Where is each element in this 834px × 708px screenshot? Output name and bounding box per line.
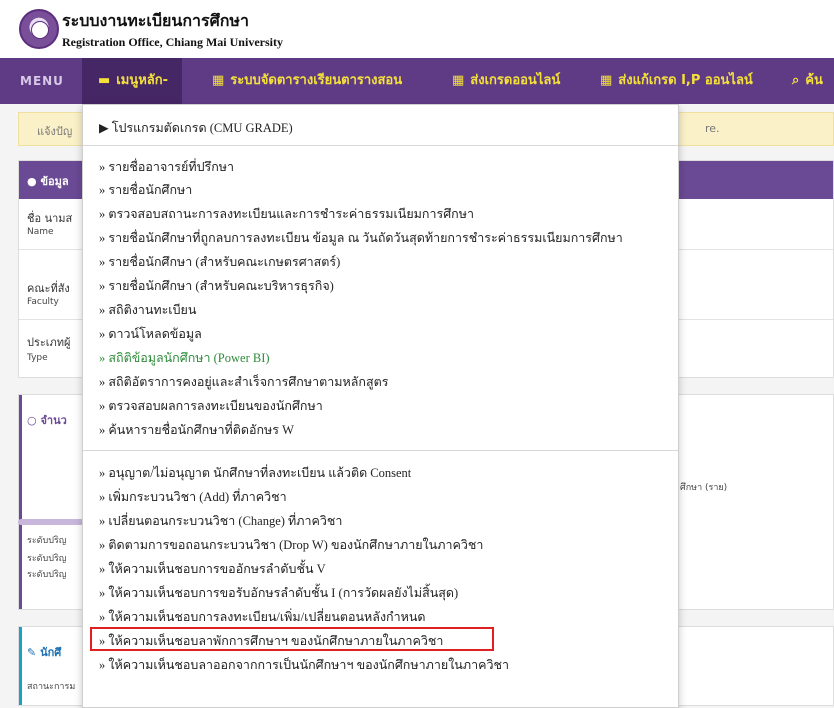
grade-correction-label: ส่งแก้เกรด I,P ออนไลน์ — [618, 73, 753, 88]
degree-level-label: ระดับปริญ — [27, 554, 67, 564]
name-label: ชื่อ นามส — [27, 212, 73, 225]
menu-toggle-button[interactable]: MENU — [20, 58, 64, 104]
menu-divider — [83, 145, 678, 146]
student-count-title: จำนว — [40, 414, 67, 427]
timetable-system-label: ระบบจัดตารางเรียนตารางสอน — [230, 73, 403, 88]
menu-item-search-w[interactable]: » ค้นหารายชื่อนักศึกษาที่ติดอักษร W — [99, 420, 294, 440]
app-header: ระบบงานทะเบียนการศึกษา Registration Offi… — [0, 0, 834, 58]
menu-item-registration-stats[interactable]: » สถิติงานทะเบียน — [99, 300, 196, 320]
menu-item-cmu-grade[interactable]: ▶ โปรแกรมตัดเกรด (CMU GRADE) — [99, 118, 293, 138]
folder-open-icon: ▬ — [98, 73, 111, 88]
status-sublabel: สถานะการม — [27, 682, 76, 692]
search-label: ค้น — [805, 73, 823, 88]
calendar-icon: ▦ — [452, 73, 465, 88]
faculty-sublabel: Faculty — [27, 297, 59, 307]
menu-item-student-list[interactable]: » รายชื่อนักศึกษา — [99, 180, 192, 200]
menu-item-grade-v[interactable]: » ให้ความเห็นชอบการขออักษรลำดับชั้น V — [99, 559, 326, 579]
degree-level-label: ระดับปริญ — [27, 570, 67, 580]
main-menu-button[interactable]: ▬ เมนูหลัก- — [82, 58, 182, 104]
menu-item-advisor-list[interactable]: » รายชื่ออาจารย์ที่ปรึกษา — [99, 157, 234, 177]
timetable-system-link[interactable]: ▦ ระบบจัดตารางเรียนตารางสอน — [212, 58, 402, 104]
degree-level-label: ระดับปริญ — [27, 536, 67, 546]
menu-item-power-bi[interactable]: » สถิติข้อมูลนักศึกษา (Power BI) — [99, 348, 270, 368]
progress-bar — [18, 519, 84, 525]
panel-accent — [19, 395, 22, 609]
search-link[interactable]: ⌕ ค้น — [792, 58, 823, 104]
menu-item-change-section[interactable]: » เปลี่ยนตอนกระบวนวิชา (Change) ที่ภาควิ… — [99, 511, 342, 531]
main-navbar: MENU ▬ เมนูหลัก- ▦ ระบบจัดตารางเรียนตารางส… — [0, 58, 834, 104]
menu-item-student-list-business[interactable]: » รายชื่อนักศึกษา (สำหรับคณะบริหารธุรกิจ… — [99, 276, 334, 296]
calendar-icon: ▦ — [600, 73, 613, 88]
faculty-label: คณะที่สัง — [27, 282, 70, 295]
calendar-icon: ▦ — [212, 73, 225, 88]
type-label: ประเภทผู้ — [27, 336, 71, 349]
grade-correction-link[interactable]: ▦ ส่งแก้เกรด I,P ออนไลน์ — [600, 58, 753, 104]
menu-item-download-data[interactable]: » ดาวน์โหลดข้อมูล — [99, 324, 202, 344]
menu-item-retention-stats[interactable]: » สถิติอัตราการคงอยู่และสำเร็จการศึกษาตา… — [99, 372, 388, 392]
user-circle-icon: ○ — [27, 414, 37, 427]
menu-item-drop-w[interactable]: » ติดตามการขอถอนกระบวนวิชา (Drop W) ของน… — [99, 535, 483, 555]
type-sublabel: Type — [27, 353, 48, 363]
app-title-thai: ระบบงานทะเบียนการศึกษา — [62, 11, 249, 30]
highlight-box — [90, 627, 494, 651]
notice-text-left: แจ้งปัญ — [37, 125, 73, 138]
menu-item-late-registration[interactable]: » ให้ความเห็นชอบการลงทะเบียน/เพิ่ม/เปลี่… — [99, 607, 426, 627]
panel-accent — [19, 627, 22, 705]
search-icon: ⌕ — [792, 73, 800, 88]
menu-item-resignation[interactable]: » ให้ความเห็นชอบลาออกจากการเป็นนักศึกษาฯ… — [99, 655, 509, 675]
main-menu-label: เมนูหลัก- — [116, 73, 168, 88]
menu-item-consent[interactable]: » อนุญาต/ไม่อนุญาต นักศึกษาที่ลงทะเบียน … — [99, 463, 411, 483]
menu-item-registration-status[interactable]: » ตรวจสอบสถานะการลงทะเบียนและการชำระค่าธ… — [99, 204, 474, 224]
edit-icon: ✎ — [27, 646, 37, 659]
student-status-title: นักศึ — [40, 646, 62, 659]
user-circle-icon: ● — [27, 175, 37, 188]
online-grade-link[interactable]: ▦ ส่งเกรดออนไลน์ — [452, 58, 560, 104]
university-seal-icon[interactable] — [19, 9, 59, 49]
online-grade-label: ส่งเกรดออนไลน์ — [470, 73, 561, 88]
menu-item-deleted-registration[interactable]: » รายชื่อนักศึกษาที่ถูกลบการลงทะเบียน ข้… — [99, 228, 623, 248]
main-menu-dropdown: ▶ โปรแกรมตัดเกรด (CMU GRADE) » รายชื่ออา… — [82, 104, 679, 708]
count-unit-note: ศึกษา (ราย) — [680, 483, 728, 493]
menu-item-check-registration[interactable]: » ตรวจสอบผลการลงทะเบียนของนักศึกษา — [99, 396, 323, 416]
notice-text-right: re. — [705, 122, 720, 135]
menu-item-grade-i[interactable]: » ให้ความเห็นชอบการขอรับอักษรลำดับชั้น I… — [99, 583, 458, 603]
name-sublabel: Name — [27, 227, 54, 237]
menu-item-add-course[interactable]: » เพิ่มกระบวนวิชา (Add) ที่ภาควิชา — [99, 487, 287, 507]
user-info-title: ข้อมูล — [40, 175, 69, 188]
menu-divider — [83, 450, 678, 451]
menu-item-student-list-agri[interactable]: » รายชื่อนักศึกษา (สำหรับคณะเกษตรศาสตร์) — [99, 252, 340, 272]
app-title-english: Registration Office, Chiang Mai Universi… — [62, 35, 283, 49]
